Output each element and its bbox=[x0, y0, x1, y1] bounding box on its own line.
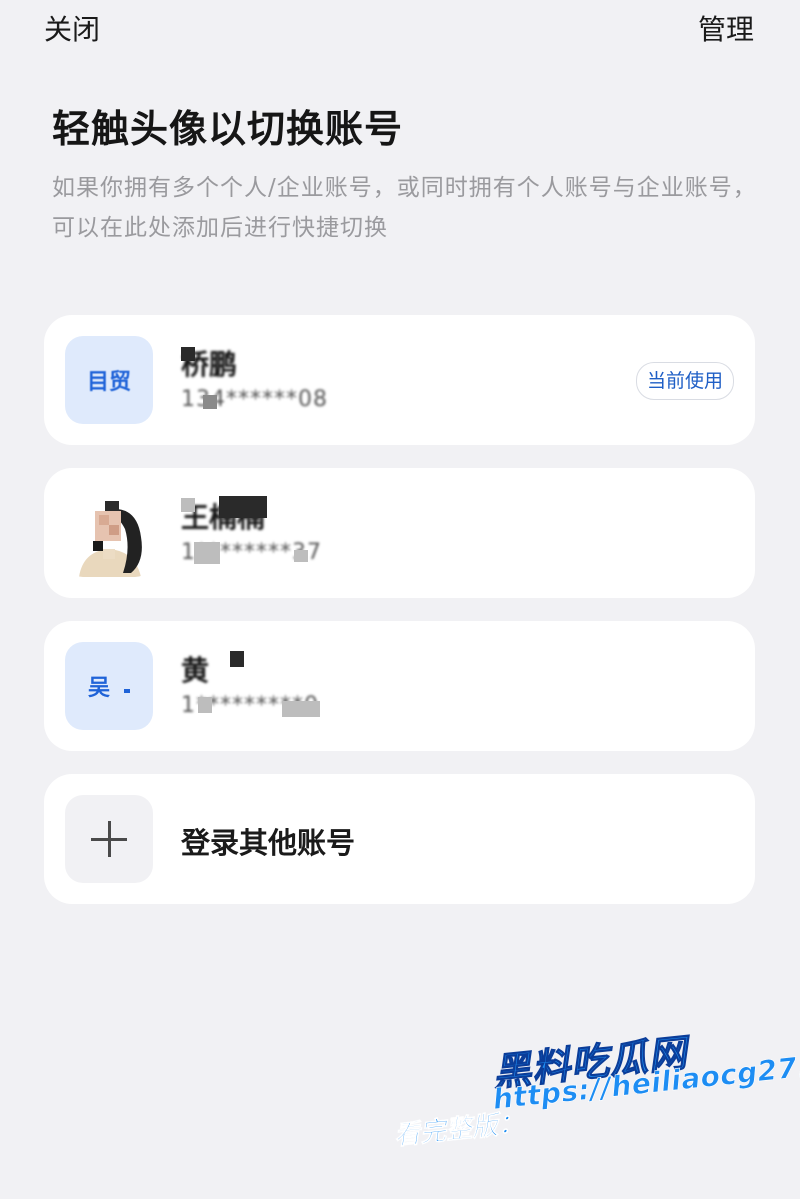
account-card[interactable]: 目贸 桥鹏 134******08 当前使用 bbox=[44, 315, 755, 445]
avatar-text: 吴 bbox=[87, 676, 110, 701]
account-avatar[interactable] bbox=[65, 489, 153, 577]
page-title: 轻触头像以切换账号 bbox=[52, 107, 404, 151]
profile-photo-icon bbox=[65, 489, 153, 577]
redaction-block bbox=[181, 347, 195, 361]
add-account-avatar[interactable] bbox=[65, 795, 153, 883]
close-button[interactable]: 关闭 bbox=[44, 8, 100, 48]
redaction-block bbox=[181, 498, 195, 512]
redaction-block bbox=[282, 701, 320, 717]
account-name: 黄 bbox=[181, 654, 210, 687]
plus-icon bbox=[91, 821, 127, 857]
add-account-card[interactable]: 登录其他账号 bbox=[44, 774, 755, 904]
account-avatar[interactable]: 吴 bbox=[65, 642, 153, 730]
avatar-dot bbox=[124, 689, 130, 693]
redaction-block bbox=[294, 550, 308, 562]
account-card[interactable]: 王楠楠 1********37 bbox=[44, 468, 755, 598]
avatar-text: 目贸 bbox=[86, 370, 131, 395]
watermark: 黑料吃瓜网 看完整版： https://heiliaocg27.com bbox=[385, 1006, 800, 1177]
redaction-block bbox=[230, 651, 244, 667]
account-avatar[interactable]: 目贸 bbox=[65, 336, 153, 424]
top-bar: 关闭 管理 bbox=[0, 0, 800, 56]
page-description: 如果你拥有多个个人/企业账号，或同时拥有个人账号与企业账号，可以在此处添加后进行… bbox=[52, 175, 757, 241]
redaction-block bbox=[194, 542, 220, 564]
redaction-block bbox=[219, 496, 267, 518]
manage-button[interactable]: 管理 bbox=[698, 8, 754, 48]
account-card[interactable]: 吴 黄 1*********0 bbox=[44, 621, 755, 751]
add-account-label: 登录其他账号 bbox=[181, 826, 356, 860]
current-account-badge: 当前使用 bbox=[635, 362, 734, 400]
redaction-block bbox=[198, 697, 212, 713]
redaction-block bbox=[203, 395, 217, 409]
